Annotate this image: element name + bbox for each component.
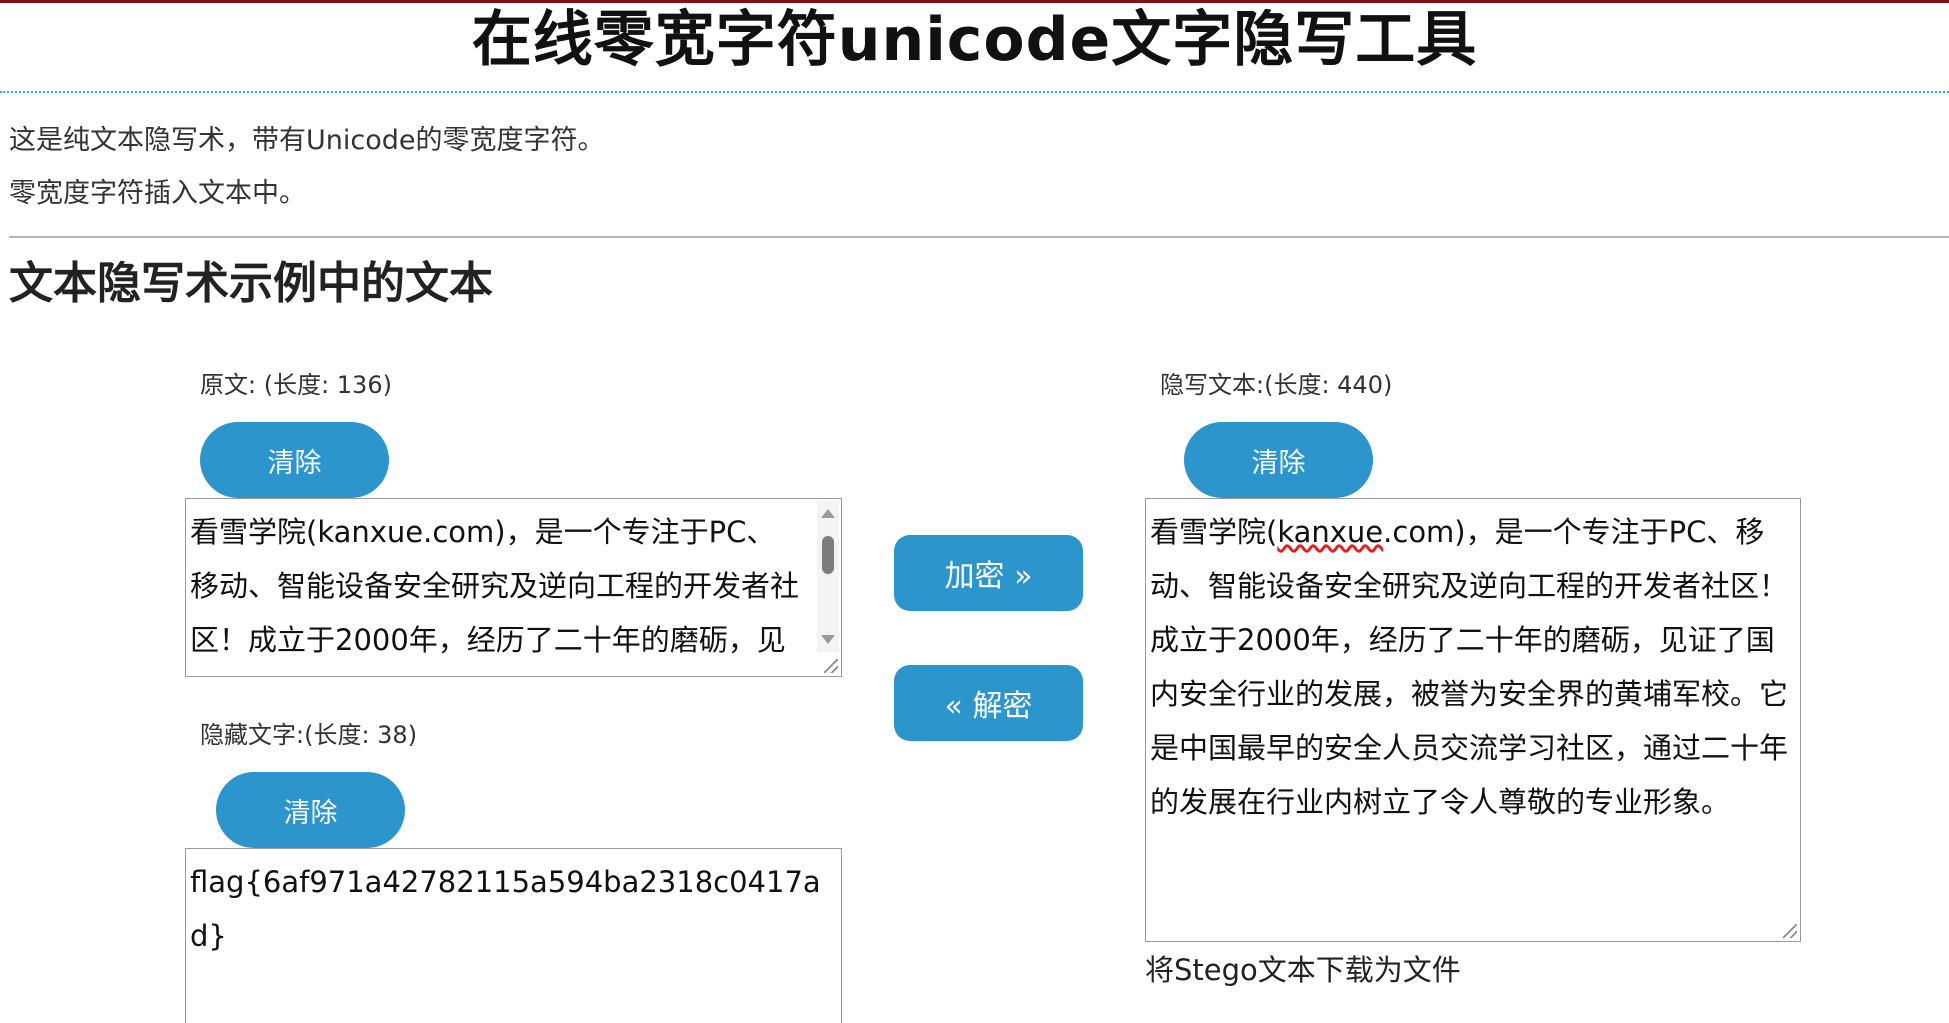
clear-original-button[interactable]: 清除	[200, 422, 389, 498]
section-title: 文本隐写术示例中的文本	[9, 258, 493, 309]
page-title: 在线零宽字符unicode文字隐写工具	[471, 5, 1478, 75]
clear-hidden-button[interactable]: 清除	[216, 772, 405, 848]
scroll-up-arrow-icon[interactable]	[821, 509, 835, 518]
resize-grip-icon[interactable]	[1783, 924, 1797, 938]
hidden-textarea[interactable]: flag{6af971a42782115a594ba2318c0417ad}	[185, 848, 842, 1023]
resize-grip-icon[interactable]	[824, 659, 838, 673]
scroll-thumb[interactable]	[822, 536, 834, 574]
intro-line-1: 这是纯文本隐写术，带有Unicode的零宽度字符。	[9, 125, 605, 156]
section-divider	[9, 236, 1949, 238]
intro-line-2: 零宽度字符插入文本中。	[9, 178, 306, 209]
stego-text-start: 看雪学院(	[1150, 515, 1278, 549]
stego-text-label: 隐写文本:(长度: 440)	[1160, 371, 1393, 399]
download-stego-link[interactable]: 将Stego文本下载为文件	[1145, 950, 1461, 990]
original-scrollbar[interactable]	[817, 501, 839, 652]
hidden-text-content: flag{6af971a42782115a594ba2318c0417ad}	[190, 865, 821, 953]
clear-stego-button[interactable]: 清除	[1184, 422, 1373, 498]
original-textarea[interactable]: 看雪学院(kanxue.com)，是一个专注于PC、移动、智能设备安全研究及逆向…	[185, 498, 842, 677]
original-text-label: 原文: (长度: 136)	[200, 371, 392, 399]
decrypt-button[interactable]: « 解密	[894, 665, 1083, 741]
stego-text-content: 看雪学院(kanxue.com)，是一个专注于PC、移动、智能设备安全研究及逆向…	[1150, 505, 1790, 829]
hidden-text-label: 隐藏文字:(长度: 38)	[200, 721, 418, 749]
dotted-divider	[0, 91, 1949, 93]
scroll-down-arrow-icon[interactable]	[821, 635, 835, 644]
original-text-content: 看雪学院(kanxue.com)，是一个专注于PC、移动、智能设备安全研究及逆向…	[190, 515, 800, 657]
encrypt-button[interactable]: 加密 »	[894, 535, 1083, 611]
spellcheck-underlined-word: kanxue	[1277, 515, 1384, 549]
stego-text-rest: .com)，是一个专注于PC、移动、智能设备安全研究及逆向工程的开发者社区！成立…	[1150, 515, 1789, 819]
stego-textarea[interactable]: 看雪学院(kanxue.com)，是一个专注于PC、移动、智能设备安全研究及逆向…	[1145, 498, 1801, 942]
